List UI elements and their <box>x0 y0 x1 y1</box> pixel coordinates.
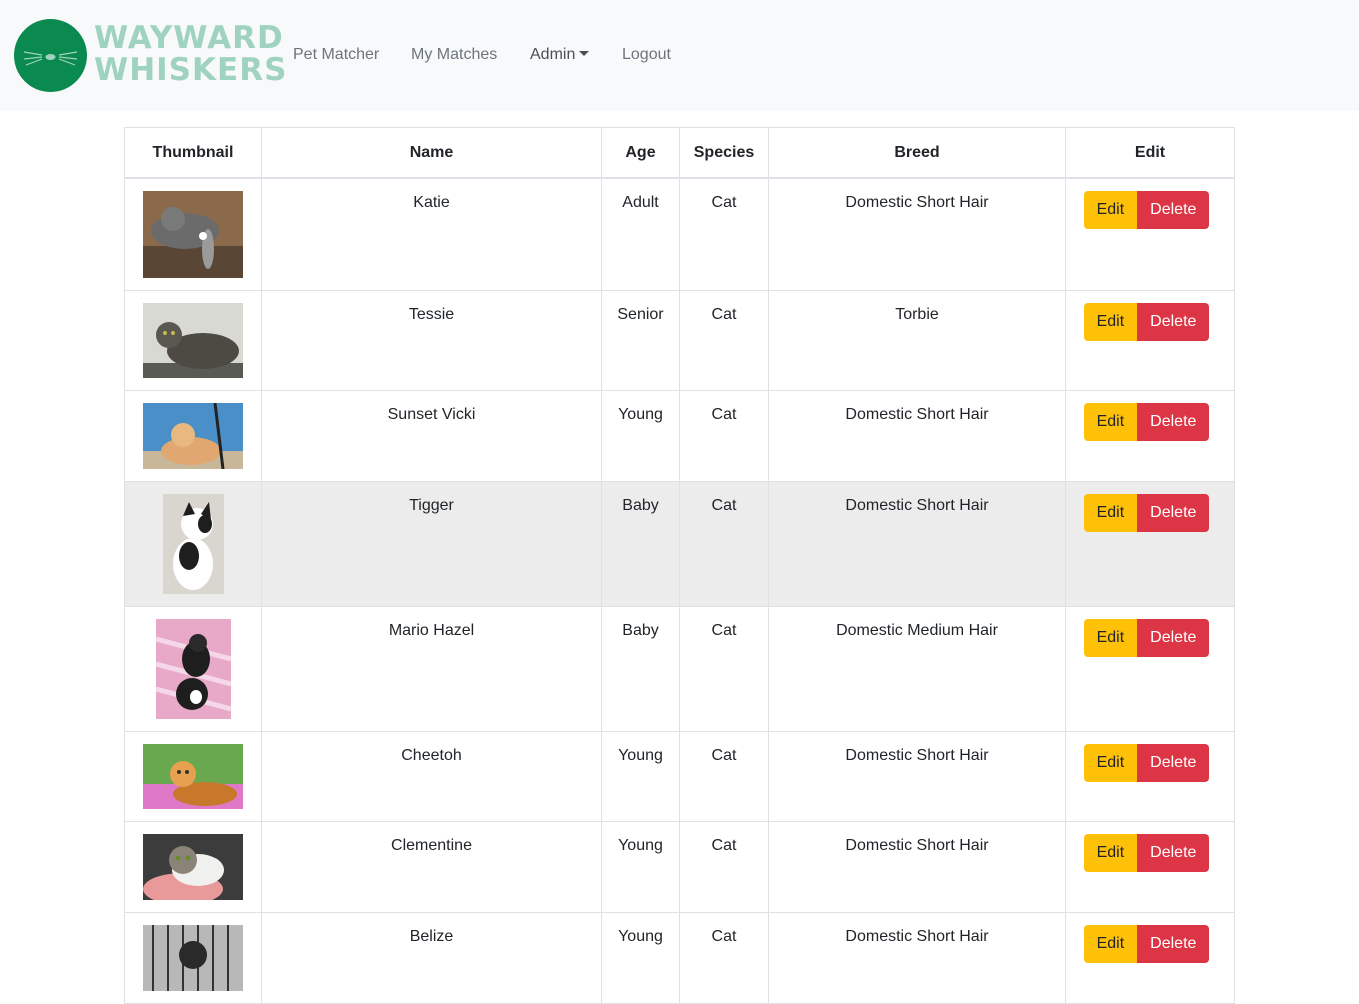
actions-cell: Edit Delete <box>1065 821 1235 913</box>
delete-button[interactable]: Delete <box>1137 303 1210 341</box>
pet-age: Young <box>601 390 680 482</box>
pet-name: Cheetoh <box>261 731 602 822</box>
edit-button[interactable]: Edit <box>1083 925 1138 963</box>
table-row: Clementine Young Cat Domestic Short Hair… <box>124 821 1235 913</box>
nav-admin-label: Admin <box>530 46 576 63</box>
caret-down-icon <box>579 51 590 56</box>
pet-species: Cat <box>679 912 769 1004</box>
pet-thumbnail-image <box>155 619 231 719</box>
edit-button[interactable]: Edit <box>1083 191 1138 229</box>
brand-line-2: WHISKERS <box>94 52 288 88</box>
pet-breed: Domestic Medium Hair <box>768 606 1066 732</box>
header-breed: Breed <box>768 127 1066 179</box>
pet-age: Young <box>601 912 680 1004</box>
delete-button[interactable]: Delete <box>1137 834 1210 872</box>
edit-button[interactable]: Edit <box>1083 744 1138 782</box>
table-row: Tigger Baby Cat Domestic Short Hair Edit… <box>124 481 1235 607</box>
table-row: Sunset Vicki Young Cat Domestic Short Ha… <box>124 390 1235 482</box>
navbar: WAYWARD WHISKERS Pet Matcher My Matches … <box>0 0 1359 111</box>
brand-line-1: WAYWARD <box>94 20 284 56</box>
brand-logo-text[interactable]: WAYWARD WHISKERS <box>94 22 287 86</box>
thumbnail-cell <box>124 912 262 1004</box>
pet-species: Cat <box>679 821 769 913</box>
pet-species: Cat <box>679 731 769 822</box>
pet-species: Cat <box>679 606 769 732</box>
delete-button[interactable]: Delete <box>1137 744 1210 782</box>
edit-button[interactable]: Edit <box>1083 619 1138 657</box>
table-row: Belize Young Cat Domestic Short Hair Edi… <box>124 912 1235 1004</box>
table-row: Tessie Senior Cat Torbie Edit Delete <box>124 290 1235 391</box>
pet-name: Clementine <box>261 821 602 913</box>
nav-pet-matcher[interactable]: Pet Matcher <box>293 46 379 64</box>
nav-my-matches[interactable]: My Matches <box>411 46 497 64</box>
table-header-row: Thumbnail Name Age Species Breed Edit <box>124 127 1235 179</box>
edit-button[interactable]: Edit <box>1083 403 1138 441</box>
header-edit: Edit <box>1065 127 1235 179</box>
pet-name: Sunset Vicki <box>261 390 602 482</box>
pet-breed: Domestic Short Hair <box>768 177 1066 291</box>
pet-species: Cat <box>679 481 769 607</box>
pet-name: Tigger <box>261 481 602 607</box>
thumbnail-cell <box>124 606 262 732</box>
pet-species: Cat <box>679 177 769 291</box>
header-age: Age <box>601 127 680 179</box>
thumbnail-cell <box>124 390 262 482</box>
pet-age: Adult <box>601 177 680 291</box>
thumbnail-cell <box>124 481 262 607</box>
actions-cell: Edit Delete <box>1065 731 1235 822</box>
pet-age: Young <box>601 731 680 822</box>
pet-species: Cat <box>679 290 769 391</box>
edit-button[interactable]: Edit <box>1083 834 1138 872</box>
pet-breed: Domestic Short Hair <box>768 481 1066 607</box>
thumbnail-cell <box>124 821 262 913</box>
pet-age: Young <box>601 821 680 913</box>
pet-thumbnail-image <box>143 191 243 278</box>
nav-logout[interactable]: Logout <box>622 46 671 64</box>
delete-button[interactable]: Delete <box>1137 619 1210 657</box>
pet-thumbnail-image <box>143 925 243 991</box>
pet-age: Senior <box>601 290 680 391</box>
pet-thumbnail-image <box>143 744 243 809</box>
delete-button[interactable]: Delete <box>1137 403 1210 441</box>
pet-thumbnail-image <box>143 834 243 900</box>
pet-thumbnail-image <box>143 303 243 378</box>
edit-button[interactable]: Edit <box>1083 494 1138 532</box>
delete-button[interactable]: Delete <box>1137 494 1210 532</box>
pet-breed: Domestic Short Hair <box>768 912 1066 1004</box>
actions-cell: Edit Delete <box>1065 481 1235 607</box>
header-species: Species <box>679 127 769 179</box>
pet-name: Tessie <box>261 290 602 391</box>
pet-breed: Domestic Short Hair <box>768 731 1066 822</box>
pet-breed: Torbie <box>768 290 1066 391</box>
actions-cell: Edit Delete <box>1065 606 1235 732</box>
pet-species: Cat <box>679 390 769 482</box>
table-row: Mario Hazel Baby Cat Domestic Medium Hai… <box>124 606 1235 732</box>
pet-breed: Domestic Short Hair <box>768 390 1066 482</box>
header-thumbnail: Thumbnail <box>124 127 262 179</box>
logo-cat-icon[interactable] <box>14 19 87 92</box>
pet-age: Baby <box>601 606 680 732</box>
thumbnail-cell <box>124 177 262 291</box>
thumbnail-cell <box>124 731 262 822</box>
pet-name: Mario Hazel <box>261 606 602 732</box>
thumbnail-cell <box>124 290 262 391</box>
pet-thumbnail-image <box>162 494 224 594</box>
pet-age: Baby <box>601 481 680 607</box>
actions-cell: Edit Delete <box>1065 290 1235 391</box>
pet-breed: Domestic Short Hair <box>768 821 1066 913</box>
delete-button[interactable]: Delete <box>1137 925 1210 963</box>
delete-button[interactable]: Delete <box>1137 191 1210 229</box>
actions-cell: Edit Delete <box>1065 390 1235 482</box>
actions-cell: Edit Delete <box>1065 912 1235 1004</box>
actions-cell: Edit Delete <box>1065 177 1235 291</box>
nav-admin-dropdown[interactable]: Admin <box>530 46 590 64</box>
edit-button[interactable]: Edit <box>1083 303 1138 341</box>
header-name: Name <box>261 127 602 179</box>
table-row: Cheetoh Young Cat Domestic Short Hair Ed… <box>124 731 1235 822</box>
pet-name: Belize <box>261 912 602 1004</box>
pet-thumbnail-image <box>143 403 243 469</box>
pet-name: Katie <box>261 177 602 291</box>
pets-table: Thumbnail Name Age Species Breed Edit Ka… <box>124 127 1235 1004</box>
table-row: Katie Adult Cat Domestic Short Hair Edit… <box>124 177 1235 291</box>
